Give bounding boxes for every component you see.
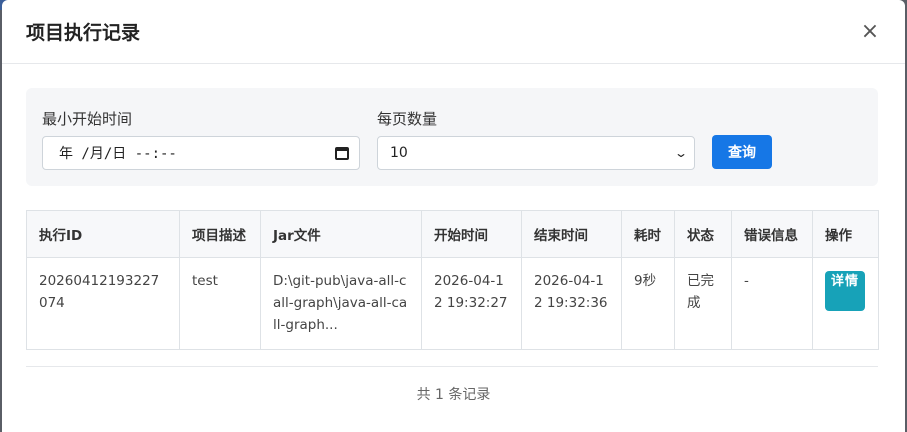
header-exec-id: 执行ID xyxy=(26,210,180,258)
header-jar: Jar文件 xyxy=(260,210,422,258)
cell-start: 2026-04-12 19:32:27 xyxy=(421,257,522,350)
cell-duration: 9秒 xyxy=(621,257,675,350)
page-size-value: 10 xyxy=(390,145,408,161)
close-icon[interactable]: × xyxy=(859,20,881,43)
page-size-field: 每页数量 10 ⌄ xyxy=(377,108,695,170)
chevron-down-icon: ⌄ xyxy=(673,146,689,160)
detail-button[interactable]: 详情 xyxy=(825,271,865,311)
header-status: 状态 xyxy=(674,210,732,258)
execution-records-modal: 项目执行记录 × 最小开始时间 年 /月/日 --:-- 每页数量 10 ⌄ 查… xyxy=(2,0,905,432)
cell-end: 2026-04-12 19:32:36 xyxy=(521,257,622,350)
page-size-select[interactable]: 10 ⌄ xyxy=(377,136,695,170)
cell-jar: D:\git-pub\java-all-call-graph\java-all-… xyxy=(260,257,422,350)
record-count: 共 1 条记录 xyxy=(416,387,491,403)
header-error: 错误信息 xyxy=(731,210,813,258)
modal-header: 项目执行记录 × xyxy=(2,0,905,64)
calendar-icon[interactable] xyxy=(335,146,349,160)
header-end: 结束时间 xyxy=(521,210,622,258)
header-duration: 耗时 xyxy=(621,210,675,258)
cell-action: 详情 xyxy=(812,257,879,350)
header-desc: 项目描述 xyxy=(179,210,261,258)
cell-error: - xyxy=(731,257,813,350)
query-button[interactable]: 查询 xyxy=(712,135,772,169)
records-table: 执行ID 项目描述 Jar文件 开始时间 结束时间 耗时 状态 错误信息 操作 … xyxy=(26,210,879,350)
table-row: 20260412193227074 test D:\git-pub\java-a… xyxy=(26,257,879,350)
min-start-field: 最小开始时间 年 /月/日 --:-- xyxy=(42,108,360,170)
cell-status: 已完成 xyxy=(674,257,732,350)
page-size-label: 每页数量 xyxy=(377,110,438,128)
footer-divider xyxy=(26,366,878,367)
min-start-label: 最小开始时间 xyxy=(42,110,133,128)
min-start-datetime-input[interactable]: 年 /月/日 --:-- xyxy=(42,136,360,170)
table-header-row: 执行ID 项目描述 Jar文件 开始时间 结束时间 耗时 状态 错误信息 操作 xyxy=(26,210,879,258)
header-start: 开始时间 xyxy=(421,210,522,258)
filter-panel: 最小开始时间 年 /月/日 --:-- 每页数量 10 ⌄ 查询 xyxy=(26,88,878,186)
cell-exec-id: 20260412193227074 xyxy=(26,257,180,350)
datetime-placeholder: 年 /月/日 --:-- xyxy=(59,146,177,162)
cell-desc: test xyxy=(179,257,261,350)
header-action: 操作 xyxy=(812,210,879,258)
modal-title: 项目执行记录 xyxy=(26,22,141,44)
